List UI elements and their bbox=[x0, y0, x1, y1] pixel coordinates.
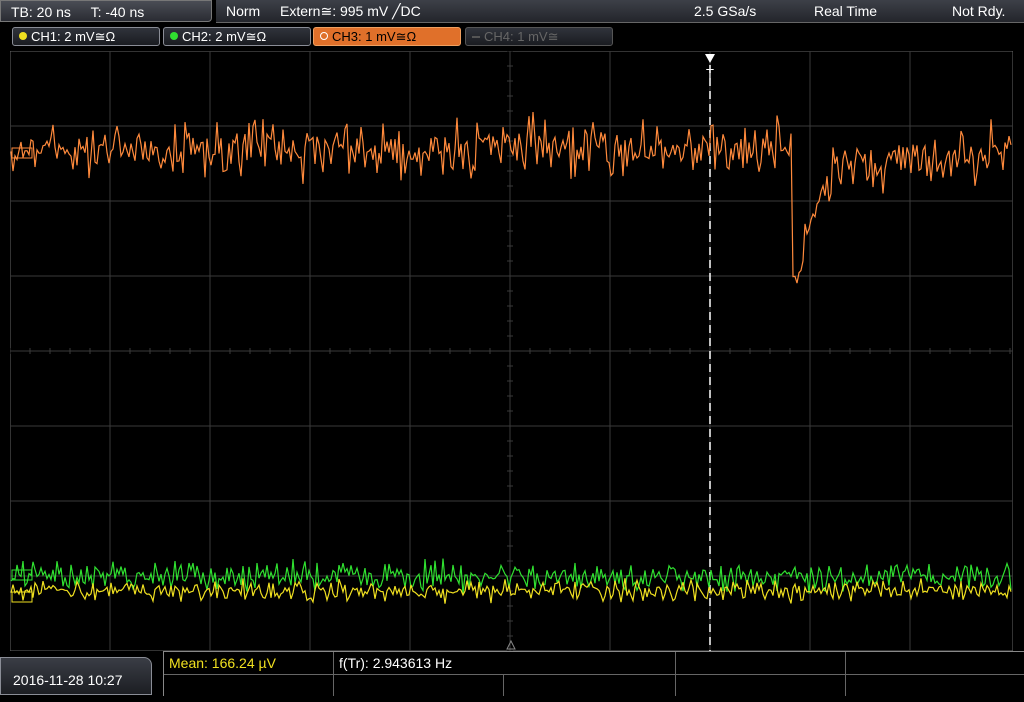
trigger-mode: Norm bbox=[226, 3, 261, 19]
trigger-marker-label: T bbox=[706, 66, 714, 81]
ch4-label: CH4: 1 mV≅ bbox=[484, 29, 559, 44]
trigger-panel[interactable]: Norm Extern≅: 995 mV ╱DC 2.5 GSa/s Real … bbox=[216, 0, 1024, 23]
measurement-slot-empty[interactable] bbox=[846, 652, 1024, 674]
measurement-slot-empty[interactable] bbox=[676, 652, 846, 674]
datetime-text: 2016-11-28 10:27 bbox=[13, 672, 123, 688]
ch1-dot-icon bbox=[19, 32, 27, 40]
sample-rate: 2.5 GSa/s bbox=[694, 3, 757, 19]
timebase-value: TB: 20 ns bbox=[11, 4, 71, 20]
ch1-label: CH1: 2 mV≅Ω bbox=[31, 29, 116, 44]
ch2-dot-icon bbox=[170, 32, 178, 40]
measurement-frequency-text: f(Tr): 2.943613 Hz bbox=[339, 655, 453, 671]
measurement-panel[interactable]: Mean: 166.24 µV f(Tr): 2.943613 Hz bbox=[163, 651, 1024, 696]
measurement-slot-empty[interactable] bbox=[164, 674, 334, 696]
tab-ch4[interactable]: CH4: 1 mV≅ bbox=[465, 27, 613, 46]
tab-ch2[interactable]: CH2: 2 mV≅Ω bbox=[163, 27, 311, 46]
measurement-mean-text: Mean: 166.24 µV bbox=[169, 655, 276, 671]
ch3-dot-icon bbox=[320, 32, 328, 40]
trigger-time-value: T: -40 ns bbox=[90, 4, 145, 20]
measurement-slot-empty[interactable] bbox=[334, 674, 504, 696]
ch3-label: CH3: 1 mV≅Ω bbox=[332, 29, 417, 44]
waveform-display[interactable]: T bbox=[10, 51, 1013, 651]
measurement-slot-empty[interactable] bbox=[846, 674, 1024, 696]
tab-ch3[interactable]: CH3: 1 mV≅Ω bbox=[313, 27, 461, 46]
ch4-off-icon bbox=[472, 36, 480, 38]
measurement-mean[interactable]: Mean: 166.24 µV bbox=[164, 652, 334, 674]
trigger-source: Extern≅: 995 mV ╱DC bbox=[280, 3, 421, 19]
status-bar: TB: 20 ns T: -40 ns Norm Extern≅: 995 mV… bbox=[0, 0, 1024, 24]
measurement-slot-empty[interactable] bbox=[504, 674, 676, 696]
acquisition-mode: Real Time bbox=[814, 3, 878, 19]
timebase-panel[interactable]: TB: 20 ns T: -40 ns bbox=[0, 0, 212, 22]
measurement-slot-empty[interactable] bbox=[676, 674, 846, 696]
measurement-frequency[interactable]: f(Tr): 2.943613 Hz bbox=[334, 652, 676, 674]
datetime-display: 2016-11-28 10:27 bbox=[0, 657, 152, 695]
acquisition-state: Not Rdy. bbox=[952, 3, 1006, 19]
tab-ch1[interactable]: CH1: 2 mV≅Ω bbox=[12, 27, 160, 46]
ch2-label: CH2: 2 mV≅Ω bbox=[182, 29, 267, 44]
